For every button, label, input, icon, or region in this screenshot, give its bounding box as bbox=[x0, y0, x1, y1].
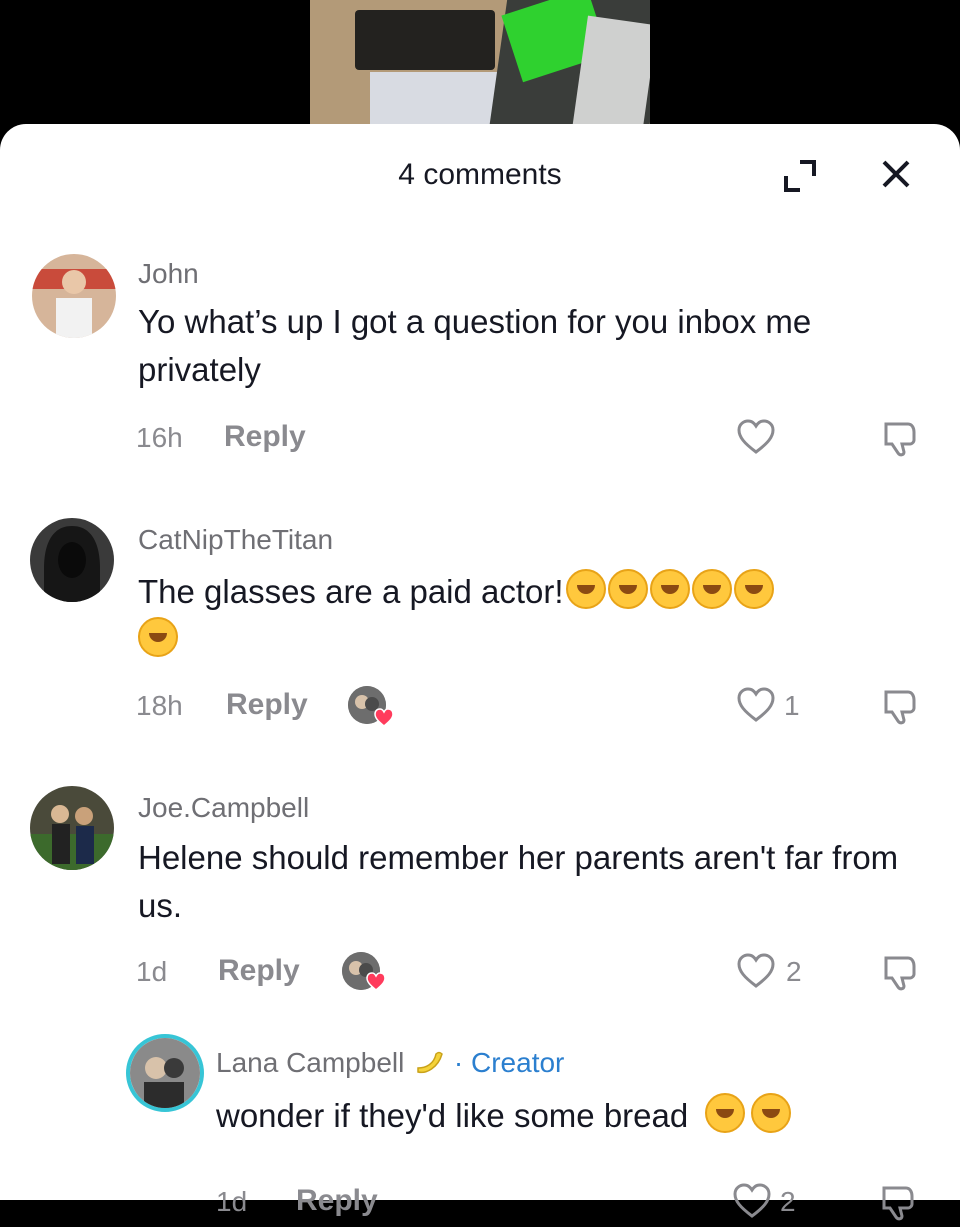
dislike-icon[interactable] bbox=[880, 952, 920, 997]
comment-time: 1d bbox=[216, 1186, 248, 1217]
comment-item: John Yo what’s up I got a question for y… bbox=[0, 248, 960, 468]
comment-username[interactable]: Lana Campbell · Creator bbox=[216, 1044, 564, 1079]
reply-button[interactable]: Reply bbox=[296, 1184, 378, 1218]
heart-icon[interactable] bbox=[736, 418, 776, 461]
emoji-icon bbox=[751, 1093, 792, 1133]
avatar[interactable] bbox=[32, 254, 116, 338]
reply-comment-item: Lana Campbell · Creator wonder if they'd… bbox=[0, 1028, 960, 1221]
heart-icon[interactable] bbox=[732, 1182, 772, 1225]
comment-item: Joe.Campbell Helene should remember her … bbox=[0, 780, 960, 1010]
avatar[interactable] bbox=[126, 1034, 204, 1112]
avatar[interactable] bbox=[30, 518, 114, 602]
comment-text: wonder if they'd like some bread bbox=[216, 1092, 936, 1140]
video-thumbnail bbox=[310, 0, 650, 130]
reply-button[interactable]: Reply bbox=[226, 688, 308, 722]
comment-username[interactable]: Joe.Campbell bbox=[138, 792, 309, 824]
comment-username[interactable]: John bbox=[138, 258, 199, 290]
expand-icon[interactable] bbox=[780, 156, 820, 196]
comment-text: The glasses are a paid actor! bbox=[138, 568, 898, 664]
dislike-icon[interactable] bbox=[880, 686, 920, 731]
reply-button[interactable]: Reply bbox=[224, 420, 306, 454]
comment-time: 18h bbox=[136, 690, 183, 721]
reply-button[interactable]: Reply bbox=[218, 954, 300, 988]
dislike-icon[interactable] bbox=[878, 1182, 918, 1227]
comment-text: Helene should remember her parents aren'… bbox=[138, 839, 899, 924]
comment-text-content: The glasses are a paid actor! bbox=[138, 573, 564, 610]
emoji-icon bbox=[565, 569, 606, 609]
creator-username[interactable]: Lana Campbell bbox=[216, 1047, 404, 1078]
comment-username[interactable]: CatNipTheTitan bbox=[138, 524, 333, 556]
like-count: 1 bbox=[784, 690, 800, 721]
comment-time: 1d bbox=[136, 956, 168, 987]
emoji-icon bbox=[607, 569, 648, 609]
emoji-icon bbox=[691, 569, 732, 609]
emoji-icon bbox=[705, 1093, 746, 1133]
comment-text-content: wonder if they'd like some bread bbox=[216, 1097, 689, 1134]
avatar[interactable] bbox=[30, 786, 114, 870]
heart-icon[interactable] bbox=[736, 952, 776, 995]
comments-sheet: 4 comments John Yo what’s up I got a que… bbox=[0, 124, 960, 1221]
emoji-icon bbox=[138, 617, 178, 657]
creator-badge: · Creator bbox=[453, 1047, 565, 1078]
emoji-icon bbox=[649, 569, 690, 609]
like-count: 2 bbox=[786, 956, 802, 987]
banana-icon bbox=[412, 1044, 446, 1078]
heart-icon[interactable] bbox=[736, 686, 776, 729]
emoji-icon bbox=[733, 569, 774, 609]
comment-time: 16h bbox=[136, 422, 183, 453]
comment-text: Yo what’s up I got a question for you in… bbox=[138, 303, 812, 388]
creator-heart-icon bbox=[374, 708, 394, 728]
comment-item: CatNipTheTitan The glasses are a paid ac… bbox=[0, 514, 960, 744]
video-preview bbox=[0, 0, 960, 140]
close-icon[interactable] bbox=[876, 154, 916, 194]
like-count: 2 bbox=[780, 1186, 796, 1217]
creator-heart-icon bbox=[366, 972, 386, 992]
dislike-icon[interactable] bbox=[880, 418, 920, 463]
